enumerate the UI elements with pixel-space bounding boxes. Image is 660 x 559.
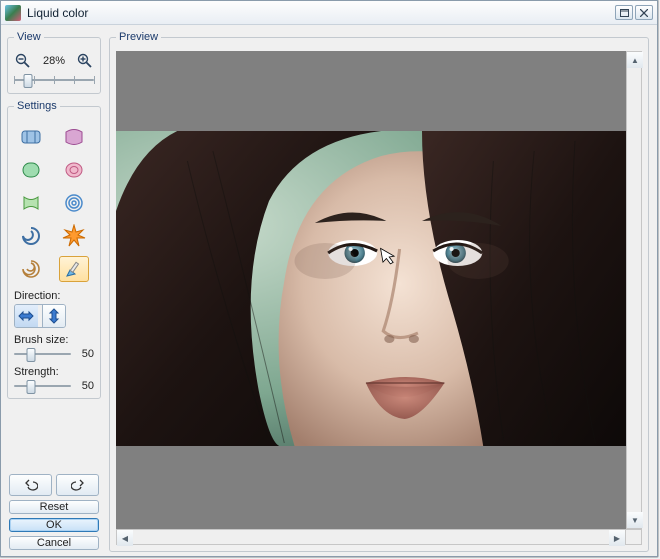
zoom-value: 28%: [43, 55, 65, 67]
view-legend: View: [14, 31, 44, 43]
tool-button-9[interactable]: [59, 256, 89, 282]
maximize-button[interactable]: [615, 5, 633, 20]
brush-size-slider[interactable]: [14, 353, 71, 355]
zoom-out-button[interactable]: [14, 52, 32, 70]
tool-grid: [14, 120, 94, 284]
direction-label: Direction:: [14, 290, 94, 302]
reset-button[interactable]: Reset: [9, 500, 99, 514]
arrows-vertical-icon: [48, 308, 60, 324]
tool-icon-swirl: [20, 225, 42, 247]
undo-button[interactable]: [9, 474, 52, 496]
direction-vertical[interactable]: [42, 305, 66, 327]
tool-button-3[interactable]: [59, 157, 89, 183]
view-group: View 28%: [7, 31, 101, 94]
tool-button-4[interactable]: [16, 190, 46, 216]
vertical-scrollbar[interactable]: ▲ ▼: [626, 51, 642, 529]
titlebar[interactable]: Liquid color: [1, 1, 657, 25]
ok-button[interactable]: OK: [9, 518, 99, 532]
zoom-out-icon: [15, 53, 31, 69]
horizontal-scrollbar[interactable]: ◀ ▶: [116, 529, 626, 545]
tool-icon-facet: [63, 160, 85, 180]
scroll-right-arrow[interactable]: ▶: [609, 530, 625, 546]
close-button[interactable]: [635, 5, 653, 20]
tool-icon-pinch: [62, 127, 86, 147]
tool-button-0[interactable]: [16, 124, 46, 150]
brush-size-label: Brush size:: [14, 334, 94, 346]
dialog-window: Liquid color View 28%: [0, 0, 658, 557]
tool-icon-burst: [62, 224, 86, 248]
preview-group: Preview: [109, 31, 649, 552]
tool-icon-brush: [63, 258, 85, 280]
scroll-left-arrow[interactable]: ◀: [117, 530, 133, 546]
settings-legend: Settings: [14, 100, 60, 112]
app-icon: [5, 5, 21, 21]
direction-toggle: [14, 304, 66, 328]
strength-slider[interactable]: [14, 385, 71, 387]
dialog-body: View 28% Sett: [1, 25, 657, 556]
tool-icon-ripple: [63, 192, 85, 214]
tool-button-6[interactable]: [16, 223, 46, 249]
cancel-button[interactable]: Cancel: [9, 536, 99, 550]
tool-icon-spiral: [20, 258, 42, 280]
zoom-slider[interactable]: [14, 73, 94, 87]
zoom-in-button[interactable]: [76, 52, 94, 70]
tool-button-2[interactable]: [16, 157, 46, 183]
arrows-horizontal-icon: [18, 310, 34, 322]
maximize-icon: [620, 9, 629, 17]
preview-legend: Preview: [116, 31, 161, 43]
tool-button-8[interactable]: [16, 256, 46, 282]
preview-canvas[interactable]: [116, 51, 626, 529]
left-panel: View 28% Sett: [7, 31, 101, 552]
tool-icon-concave: [20, 193, 42, 213]
tool-icon-barrel: [19, 127, 43, 147]
close-icon: [640, 9, 648, 17]
preview-image: [116, 131, 626, 446]
scroll-corner: [626, 529, 642, 545]
settings-group: Settings Direction:: [7, 100, 101, 399]
scroll-down-arrow[interactable]: ▼: [627, 512, 643, 528]
tool-button-7[interactable]: [59, 223, 89, 249]
zoom-in-icon: [77, 53, 93, 69]
redo-button[interactable]: [56, 474, 99, 496]
tool-button-1[interactable]: [59, 124, 89, 150]
redo-icon: [71, 479, 85, 491]
strength-label: Strength:: [14, 366, 94, 378]
window-title: Liquid color: [27, 6, 613, 20]
undo-icon: [24, 479, 38, 491]
strength-value: 50: [76, 380, 94, 392]
scroll-up-arrow[interactable]: ▲: [627, 52, 643, 68]
brush-size-value: 50: [76, 348, 94, 360]
direction-horizontal[interactable]: [15, 305, 38, 327]
footer-buttons: Reset OK Cancel: [7, 474, 101, 552]
tool-icon-bulge: [20, 160, 42, 180]
tool-button-5[interactable]: [59, 190, 89, 216]
